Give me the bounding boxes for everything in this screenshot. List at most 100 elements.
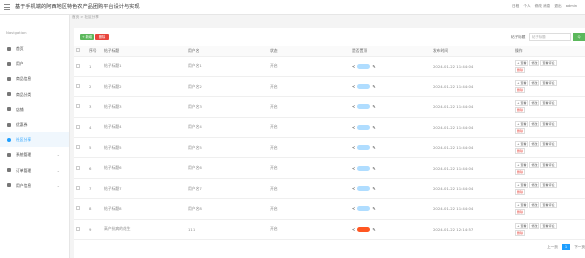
add-button[interactable]: + 新增 [80, 34, 94, 40]
edit-icon[interactable]: ✎ [372, 227, 375, 232]
delete-row-button[interactable]: 删除 [515, 148, 526, 155]
delete-row-button[interactable]: 删除 [515, 87, 526, 94]
share-icon[interactable]: < [352, 84, 355, 89]
row-checkbox[interactable] [76, 124, 80, 129]
view-comments-button[interactable]: 查看评论 [540, 80, 557, 87]
share-icon[interactable]: < [352, 166, 355, 171]
pin-toggle[interactable] [357, 165, 371, 171]
row-checkbox[interactable] [76, 84, 80, 89]
pin-toggle[interactable] [357, 145, 371, 151]
header-link[interactable]: 个人 [523, 4, 530, 8]
row-checkbox[interactable] [76, 206, 80, 211]
view-button[interactable]: + 查看 [515, 120, 529, 127]
edit-button[interactable]: 修改 [529, 59, 540, 66]
next-page[interactable]: 下一页 [574, 245, 585, 249]
edit-button[interactable]: 修改 [529, 80, 540, 87]
edit-icon[interactable]: ✎ [372, 64, 375, 69]
delete-row-button[interactable]: 删除 [515, 127, 526, 134]
header-link[interactable]: 日程 [512, 4, 519, 8]
edit-icon[interactable]: ✎ [372, 84, 375, 89]
row-checkbox[interactable] [76, 165, 80, 170]
page-current[interactable]: 1 [562, 244, 571, 250]
sidebar-item[interactable]: 用户信息 ⌄ [0, 178, 69, 193]
pin-toggle[interactable] [357, 206, 371, 212]
share-icon[interactable]: < [352, 186, 355, 191]
view-comments-button[interactable]: 查看评论 [540, 120, 557, 127]
delete-row-button[interactable]: 删除 [515, 168, 526, 175]
sidebar-item[interactable]: 订单管理 ⌄ [0, 163, 69, 178]
row-checkbox[interactable] [76, 104, 80, 109]
share-icon[interactable]: < [352, 227, 355, 232]
delete-row-button[interactable]: 删除 [515, 66, 526, 73]
delete-row-button[interactable]: 删除 [515, 189, 526, 196]
edit-icon[interactable]: ✎ [372, 206, 375, 211]
pin-toggle[interactable] [357, 63, 371, 69]
sidebar-item[interactable]: 店铺 [0, 102, 69, 117]
view-comments-button[interactable]: 查看评论 [540, 222, 557, 229]
sidebar-item[interactable]: 社区分享 [0, 132, 69, 148]
select-all-checkbox[interactable] [76, 48, 80, 53]
edit-button[interactable]: 修改 [529, 141, 540, 148]
row-actions: + 查看 修改 查看评论删除 [515, 202, 565, 216]
row-checkbox[interactable] [76, 63, 80, 68]
sidebar-item[interactable]: 首页 [0, 41, 69, 56]
edit-button[interactable]: 修改 [529, 161, 540, 168]
delete-row-button[interactable]: 删除 [515, 229, 526, 236]
delete-button[interactable]: 删除 [95, 34, 109, 40]
view-button[interactable]: + 查看 [515, 202, 529, 209]
edit-button[interactable]: 修改 [529, 222, 540, 229]
view-comments-button[interactable]: 查看评论 [540, 59, 557, 66]
row-checkbox[interactable] [76, 145, 80, 150]
share-icon[interactable]: < [352, 125, 355, 130]
sidebar-item[interactable]: 商品分类 [0, 87, 69, 102]
pin-toggle[interactable] [357, 186, 371, 192]
sidebar-item[interactable]: 系统管理 ⌄ [0, 147, 69, 162]
user-name[interactable]: admin [566, 4, 577, 8]
view-comments-button[interactable]: 查看评论 [540, 182, 557, 189]
chevron-down-icon: ⌄ [56, 167, 60, 173]
view-button[interactable]: + 查看 [515, 80, 529, 87]
header-link[interactable]: 修改 消息 [535, 4, 551, 8]
view-comments-button[interactable]: 查看评论 [540, 161, 557, 168]
edit-icon[interactable]: ✎ [372, 145, 375, 150]
edit-button[interactable]: 修改 [529, 120, 540, 127]
share-icon[interactable]: < [352, 64, 355, 69]
edit-icon[interactable]: ✎ [372, 186, 375, 191]
view-comments-button[interactable]: 查看评论 [540, 202, 557, 209]
delete-row-button[interactable]: 删除 [515, 107, 526, 114]
row-checkbox[interactable] [76, 186, 80, 191]
sidebar-item[interactable]: 优惠券 [0, 117, 69, 132]
header-link[interactable]: 退出 [554, 4, 561, 8]
sidebar-item[interactable]: 用户 [0, 56, 69, 71]
prev-page[interactable]: 上一页 [547, 245, 558, 249]
search-input[interactable]: 帖子标题 [529, 33, 571, 41]
menu-icon[interactable] [4, 4, 10, 10]
row-checkbox[interactable] [76, 226, 80, 231]
sidebar-item[interactable]: 商品信息 [0, 71, 69, 86]
share-icon[interactable]: < [352, 206, 355, 211]
edit-button[interactable]: 修改 [529, 202, 540, 209]
delete-row-button[interactable]: 删除 [515, 209, 526, 216]
view-button[interactable]: + 查看 [515, 222, 529, 229]
view-comments-button[interactable]: 查看评论 [540, 100, 557, 107]
pin-toggle[interactable] [357, 84, 371, 90]
share-icon[interactable]: < [352, 104, 355, 109]
view-button[interactable]: + 查看 [515, 161, 529, 168]
view-button[interactable]: + 查看 [515, 59, 529, 66]
share-icon[interactable]: < [352, 145, 355, 150]
edit-icon[interactable]: ✎ [372, 166, 375, 171]
view-comments-button[interactable]: 查看评论 [540, 141, 557, 148]
publish-time: 2024-01-22 11:44:04 [433, 76, 515, 98]
pin-toggle[interactable] [357, 226, 371, 232]
edit-icon[interactable]: ✎ [372, 104, 375, 109]
pin-toggle[interactable] [357, 104, 371, 110]
edit-button[interactable]: 修改 [529, 182, 540, 189]
view-button[interactable]: + 查看 [515, 100, 529, 107]
pin-toggle[interactable] [357, 124, 371, 130]
edit-icon[interactable]: ✎ [372, 125, 375, 130]
view-button[interactable]: + 查看 [515, 182, 529, 189]
edit-button[interactable]: 修改 [529, 100, 540, 107]
row-number: 1 [89, 56, 104, 77]
view-button[interactable]: + 查看 [515, 141, 529, 148]
search-button[interactable]: Q [573, 33, 585, 41]
